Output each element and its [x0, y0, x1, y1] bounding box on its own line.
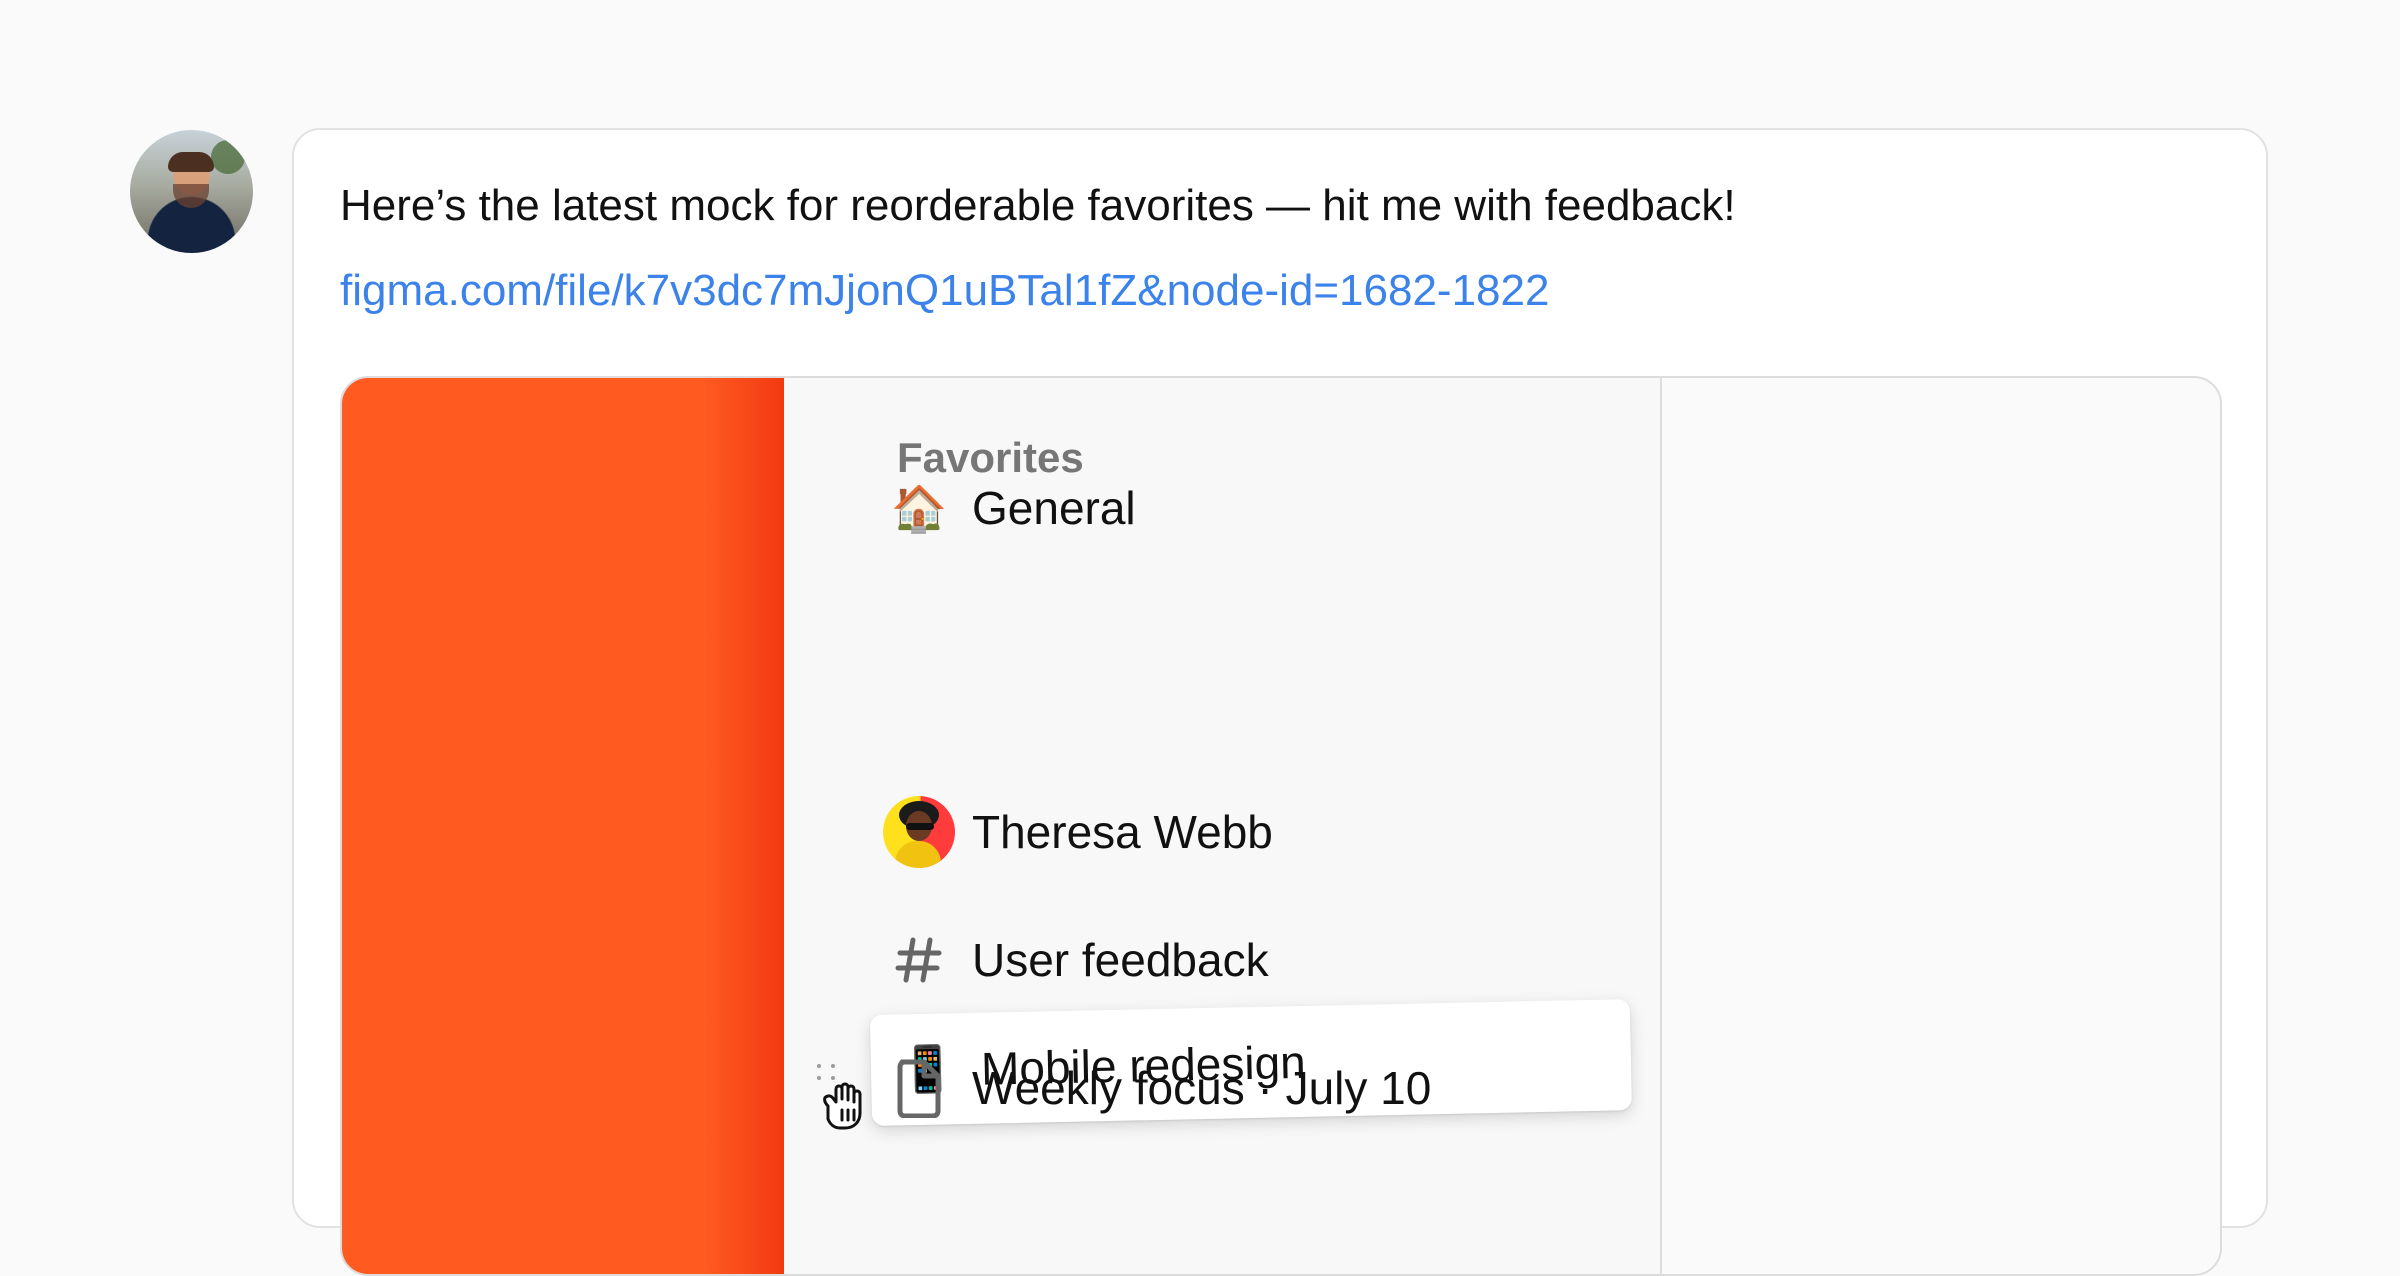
empty-content-panel	[1662, 378, 2220, 1274]
document-icon	[880, 1053, 958, 1123]
favorites-sidebar: Favorites 🏠 General 📱 Mobile redesign Th…	[784, 378, 1662, 1274]
favorite-theresa-webb[interactable]: Theresa Webb	[880, 796, 1640, 868]
orange-side-panel	[342, 378, 784, 1274]
avatar-icon	[880, 796, 958, 868]
message-text: Here’s the latest mock for reorderable f…	[340, 181, 1736, 230]
favorite-label: User feedback	[972, 934, 1269, 986]
theresa-avatar	[883, 796, 955, 868]
favorite-label: Weekly focus · July 10	[972, 1062, 1432, 1114]
figma-link[interactable]: figma.com/file/k7v3dc7mJjonQ1uBTal1fZ&no…	[340, 263, 1549, 319]
hand-cursor-icon	[818, 1080, 866, 1132]
favorite-weekly-focus[interactable]: Weekly focus · July 10	[880, 1053, 1640, 1123]
avatar-background-tree	[211, 140, 245, 174]
house-icon: 🏠	[890, 482, 948, 534]
avatar-beard	[173, 184, 209, 208]
favorite-label: Theresa Webb	[972, 806, 1273, 858]
user-avatar	[130, 130, 253, 253]
message-card: Here’s the latest mock for reorderable f…	[292, 128, 2268, 1276]
figma-preview[interactable]: Favorites 🏠 General 📱 Mobile redesign Th…	[340, 376, 2222, 1276]
favorite-general[interactable]: 🏠 General	[880, 473, 1640, 543]
avatar-hair	[168, 152, 214, 172]
favorite-label: General	[972, 482, 1136, 534]
favorite-user-feedback[interactable]: User feedback	[880, 925, 1640, 995]
hash-icon	[880, 925, 958, 995]
